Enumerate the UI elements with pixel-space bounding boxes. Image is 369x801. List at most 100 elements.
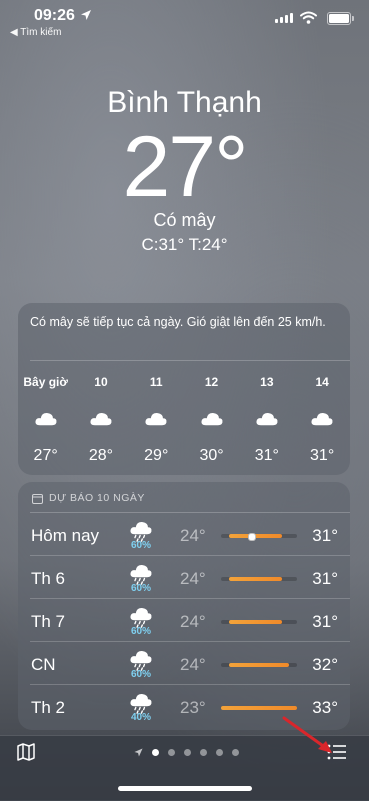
precip-chance: 60%: [130, 669, 151, 680]
page-indicator[interactable]: [134, 748, 239, 757]
location-arrow-icon: [81, 10, 91, 20]
day-name: Th 7: [31, 612, 66, 631]
hour-temp: 30°: [199, 447, 224, 464]
day-weather: 60%: [124, 559, 158, 594]
hour-icon-wrap: [254, 403, 280, 437]
low-temp: 24°: [180, 569, 206, 588]
hour-temp: 31°: [254, 447, 279, 464]
high-low: C:31° T:24°: [141, 235, 228, 254]
cellular-signal-icon: [275, 13, 293, 23]
page-dot[interactable]: [200, 749, 207, 756]
home-indicator: [118, 786, 252, 791]
high-temp: 31°: [312, 612, 338, 631]
ten-day-forecast-card[interactable]: DỰ BÁO 10 NGÀY Hôm nay 60% 24° 31° Th 6 60% 24…: [18, 482, 350, 730]
current-condition: Có mây: [153, 210, 216, 230]
hour-item: 10 28°: [73, 375, 128, 465]
low-temp: 24°: [180, 655, 206, 674]
hour-icon-wrap: [199, 403, 225, 437]
page-dot[interactable]: [168, 749, 175, 756]
low-temp: 23°: [180, 698, 206, 717]
day-row[interactable]: Th 7 60% 24° 31°: [18, 599, 350, 642]
cloud-rain-icon: [130, 607, 152, 628]
hour-label: 14: [315, 375, 329, 389]
day-name: CN: [31, 655, 56, 674]
day-weather: 40%: [124, 688, 158, 723]
hour-label: 10: [94, 375, 108, 389]
hour-temp: 31°: [310, 447, 335, 464]
back-to-search-link[interactable]: ◀ Tìm kiếm: [10, 27, 61, 38]
ten-day-header-label: DỰ BÁO 10 NGÀY: [49, 492, 145, 504]
temp-range-bar: [221, 533, 297, 541]
divider: [30, 360, 350, 361]
precip-chance: 60%: [130, 626, 151, 637]
temp-range-bar: [221, 620, 297, 624]
calendar-icon: [32, 493, 43, 504]
day-weather: 60%: [124, 602, 158, 637]
precip-chance: 60%: [130, 583, 151, 594]
map-icon[interactable]: [16, 742, 36, 762]
hour-label: Bây giờ: [23, 375, 68, 389]
cloud-icon: [311, 412, 333, 426]
cloud-rain-icon: [130, 564, 152, 585]
current-temp-marker: [248, 533, 257, 541]
hour-icon-wrap: [88, 403, 114, 437]
page-dot[interactable]: [232, 749, 239, 756]
temp-range-fill: [228, 620, 282, 624]
city-name: Bình Thạnh: [107, 86, 262, 119]
status-bar: 09:26 ◀ Tìm kiếm: [0, 0, 369, 40]
day-name: Th 2: [31, 698, 66, 717]
cloud-icon: [201, 412, 223, 426]
hour-label: 12: [204, 375, 219, 389]
hour-label: 13: [260, 375, 274, 389]
hour-label: 11: [149, 375, 163, 389]
high-temp: 32°: [312, 655, 338, 674]
cloud-rain-icon: [130, 693, 152, 714]
cloud-rain-icon: [130, 521, 152, 542]
temp-range-fill: [228, 663, 290, 667]
low-temp: 24°: [180, 612, 206, 631]
hour-temp: 28°: [88, 447, 114, 464]
high-temp: 31°: [312, 526, 338, 545]
temp-range-bar: [221, 663, 297, 667]
temp-range-bar: [221, 706, 297, 710]
hour-item: 12 30°: [184, 375, 239, 465]
cloud-icon: [35, 412, 57, 426]
hourly-forecast-card[interactable]: Có mây sẽ tiếp tục cả ngày. Gió giật lên…: [18, 303, 350, 475]
hour-icon-wrap: [309, 403, 335, 437]
hour-item: 11 29°: [129, 375, 184, 465]
clock: 09:26: [34, 7, 75, 24]
page-dot[interactable]: [152, 749, 159, 756]
cloud-icon: [145, 412, 167, 426]
cloud-icon: [90, 412, 112, 426]
hour-temp: 27°: [33, 447, 58, 464]
hourly-list: Bây giờ 27° 10 28° 11 29° 12 30° 13 31° 14 31°: [18, 375, 350, 465]
day-name: Th 6: [31, 569, 66, 588]
low-temp: 24°: [180, 526, 206, 545]
cloud-icon: [256, 412, 278, 426]
high-temp: 31°: [312, 569, 338, 588]
day-weather: 60%: [124, 645, 158, 680]
wifi-icon: [300, 11, 317, 24]
annotation-arrow-icon: [282, 716, 332, 753]
current-location-icon: [134, 748, 143, 757]
precip-chance: 40%: [130, 712, 151, 723]
page-dot[interactable]: [216, 749, 223, 756]
temp-range-fill: [228, 577, 282, 581]
cloud-rain-icon: [130, 650, 152, 671]
temp-range-fill: [221, 706, 297, 710]
hour-item: 13 31°: [239, 375, 294, 465]
day-row[interactable]: Th 6 60% 24° 31°: [18, 556, 350, 599]
day-row[interactable]: Hôm nay 60% 24° 31°: [18, 513, 350, 556]
precip-chance: 60%: [130, 540, 151, 551]
page-dot[interactable]: [184, 749, 191, 756]
day-row[interactable]: CN 60% 24° 32°: [18, 642, 350, 685]
battery-icon: [327, 12, 354, 25]
forecast-summary: Có mây sẽ tiếp tục cả ngày. Gió giật lên…: [30, 315, 326, 329]
day-name: Hôm nay: [31, 526, 100, 545]
ten-day-header: DỰ BÁO 10 NGÀY: [32, 492, 145, 504]
hour-icon-wrap: [33, 403, 59, 437]
current-temperature: 27°: [122, 119, 248, 215]
day-weather: 60%: [124, 516, 158, 551]
hour-item: 14 31°: [294, 375, 349, 465]
temp-range-bar: [221, 577, 297, 581]
